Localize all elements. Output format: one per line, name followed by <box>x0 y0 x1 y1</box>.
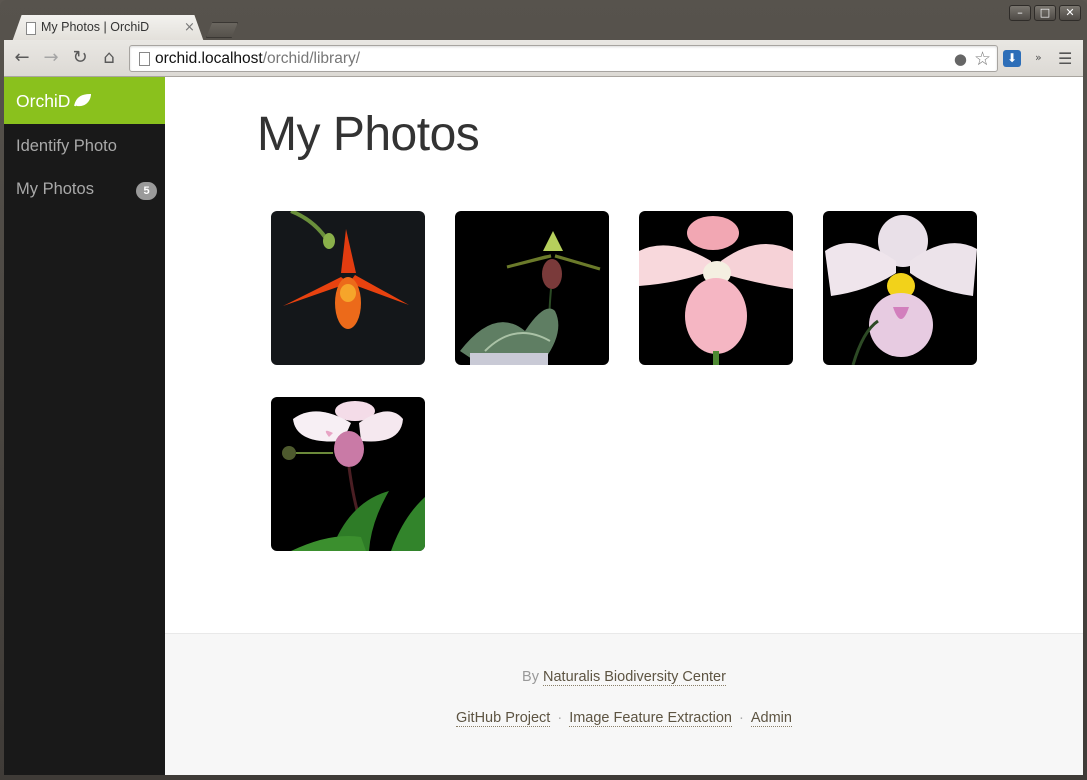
footer-separator: · <box>557 710 563 726</box>
footer: By Naturalis Biodiversity Center GitHub … <box>165 633 1083 775</box>
lightbulb-icon[interactable]: ● <box>954 50 967 68</box>
leaf-icon <box>74 93 92 111</box>
footer-credit: By Naturalis Biodiversity Center <box>165 669 1083 686</box>
brand-link[interactable]: OrchiD <box>4 77 165 124</box>
forward-icon[interactable]: → <box>41 48 61 68</box>
more-extensions-icon[interactable]: » <box>1035 51 1042 64</box>
orange-orchid-photo[interactable] <box>271 211 425 365</box>
minimize-button[interactable]: – <box>1009 5 1031 21</box>
sidebar-item-label: Identify Photo <box>16 137 117 155</box>
footer-separator: · <box>739 710 744 726</box>
green-spotted-orchid-photo[interactable] <box>455 211 609 365</box>
white-pink-orchid-photo[interactable] <box>271 397 425 551</box>
sidebar-item-label: My Photos <box>16 180 94 198</box>
back-icon[interactable]: ← <box>12 48 32 68</box>
reload-icon[interactable]: ↻ <box>70 48 90 68</box>
tab-title[interactable]: My Photos | OrchiD <box>41 20 149 34</box>
sidebar-item-my-photos[interactable]: My Photos 5 <box>4 170 165 210</box>
photo-count-badge: 5 <box>136 182 157 200</box>
menu-icon[interactable]: ☰ <box>1058 49 1072 68</box>
github-project-link[interactable]: GitHub Project <box>456 710 551 727</box>
maximize-button[interactable]: □ <box>1034 5 1056 21</box>
page-icon <box>26 22 36 35</box>
address-bar[interactable]: orchid.localhost/orchid/library/ ● ☆ <box>129 45 998 72</box>
page-icon <box>139 52 150 66</box>
main-content: My Photos <box>165 77 1083 633</box>
download-extension-icon[interactable]: ⬇ <box>1003 50 1021 67</box>
by-prefix: By <box>522 669 539 685</box>
tab-strip: My Photos | OrchiD × – □ ✕ <box>0 0 1087 40</box>
page-viewport: OrchiD Identify Photo My Photos 5 My Pho… <box>4 77 1083 775</box>
new-tab-button[interactable] <box>206 22 238 38</box>
url-text[interactable]: orchid.localhost/orchid/library/ <box>155 50 360 68</box>
close-window-button[interactable]: ✕ <box>1059 5 1081 21</box>
star-icon[interactable]: ☆ <box>974 48 991 70</box>
sidebar-item-identify-photo[interactable]: Identify Photo <box>4 127 165 167</box>
white-yellow-orchid-photo[interactable] <box>823 211 977 365</box>
image-feature-extraction-link[interactable]: Image Feature Extraction <box>569 710 732 727</box>
sidebar: OrchiD Identify Photo My Photos 5 <box>4 77 165 775</box>
brand-name: OrchiD <box>16 91 71 111</box>
tab-close-icon[interactable]: × <box>184 20 195 35</box>
admin-link[interactable]: Admin <box>750 710 792 727</box>
browser-toolbar: ← → ↻ ⌂ orchid.localhost/orchid/library/… <box>4 40 1083 77</box>
naturalis-link[interactable]: Naturalis Biodiversity Center <box>543 669 726 686</box>
pink-orchid-photo[interactable] <box>639 211 793 365</box>
footer-links: GitHub Project · Image Feature Extraction ·… <box>165 710 1083 727</box>
page-title: My Photos <box>257 108 480 161</box>
home-icon[interactable]: ⌂ <box>99 48 119 68</box>
browser-window: My Photos | OrchiD × – □ ✕ ← → ↻ ⌂ orchi… <box>0 0 1087 780</box>
